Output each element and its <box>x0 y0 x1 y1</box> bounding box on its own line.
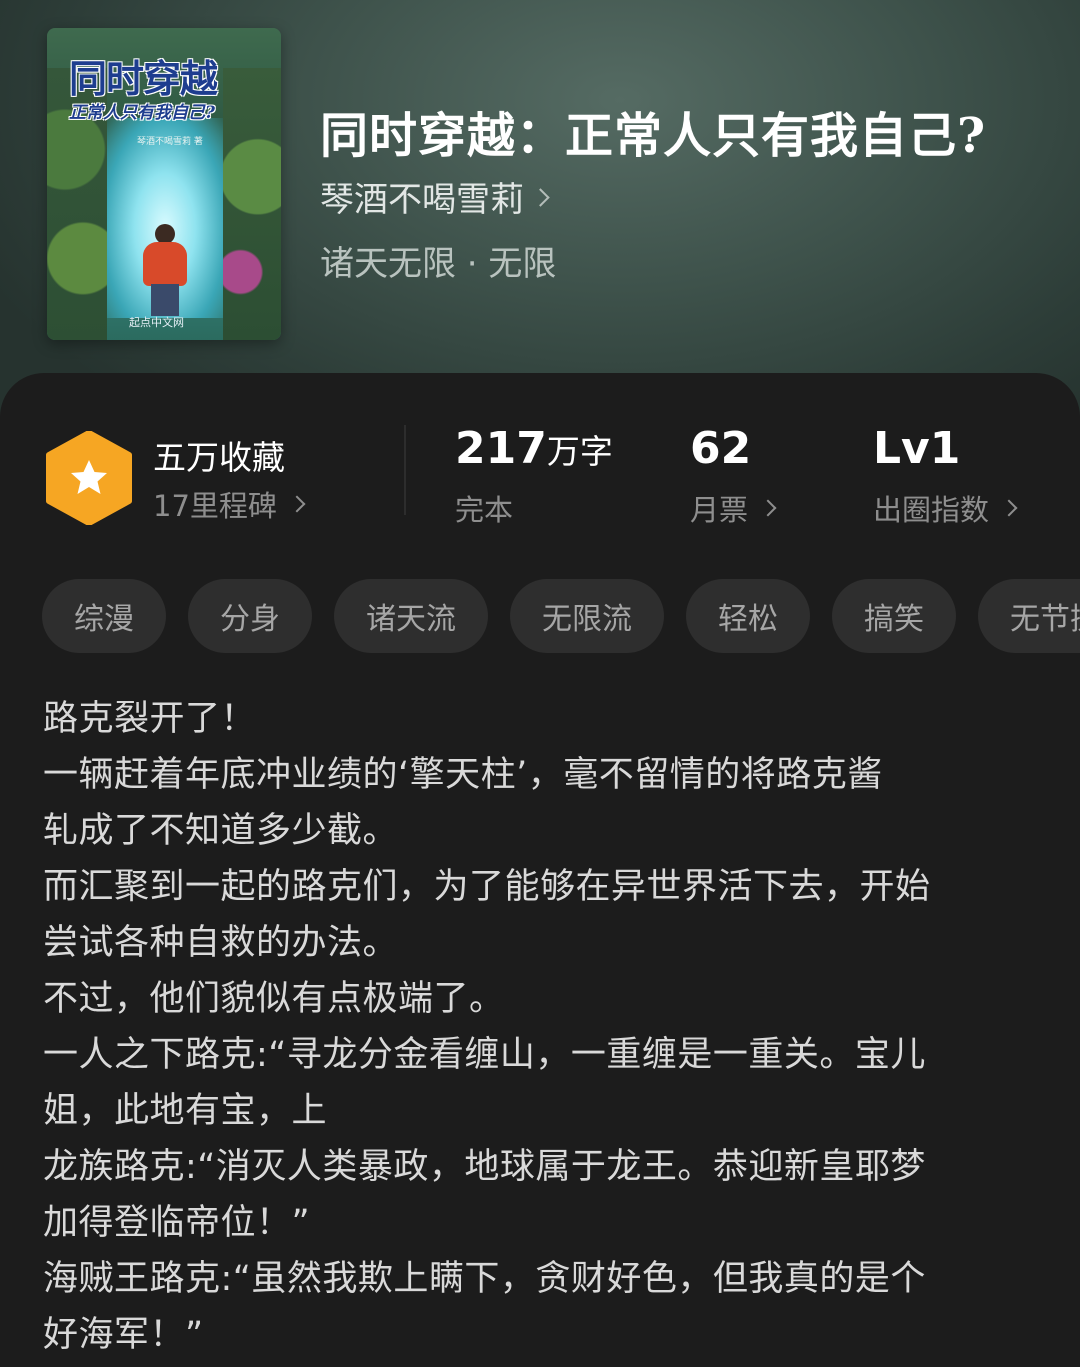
book-description[interactable]: 路克裂开了！ 一辆赶着年底冲业绩的‘擎天柱’，毫不留情的将路克酱 轧成了不知道多… <box>43 691 1043 1363</box>
cover-title: 同时穿越 <box>69 56 218 101</box>
word-count: 217万字 <box>455 423 613 474</box>
description-line: 一辆赶着年底冲业绩的‘擎天柱’，毫不留情的将路克酱 <box>43 755 883 795</box>
stats-row: 五万收藏 17里程碑 217万字 完本 62 月票 Lv1 出圈指数 <box>0 373 1080 553</box>
collection-title: 五万收藏 <box>153 438 285 477</box>
description-line: 龙族路克:“消灭人类暴政，地球属于龙王。恭迎新皇耶梦 <box>43 1147 926 1187</box>
genre-label: 诸天无限 · 无限 <box>320 244 557 284</box>
chevron-right-icon <box>759 499 777 517</box>
author-name: 琴酒不喝雪莉 <box>320 180 524 220</box>
tag-chip[interactable]: 诸天流 <box>334 579 488 653</box>
author-link[interactable]: 琴酒不喝雪莉 <box>320 172 550 221</box>
index-level-value: Lv1 <box>873 423 961 474</box>
word-count-value: 217 <box>455 423 547 474</box>
tag-chip[interactable]: 无限流 <box>510 579 664 653</box>
tag-chip[interactable]: 搞笑 <box>832 579 956 653</box>
description-line: 不过，他们貌似有点极端了。 <box>43 979 505 1019</box>
cover-author: 琴酒不喝雪莉 著 <box>137 137 203 147</box>
tag-list: 综漫 分身 诸天流 无限流 轻松 搞笑 无节操 <box>42 579 1080 653</box>
index-label: 出圈指数 <box>873 493 990 527</box>
book-title: 同时穿越：正常人只有我自己? <box>320 108 987 164</box>
info-panel: 五万收藏 17里程碑 217万字 完本 62 月票 Lv1 出圈指数 综漫 分身… <box>0 373 1080 1367</box>
description-line: 尝试各种自救的办法。 <box>43 923 399 963</box>
description-line: 姐，此地有宝，上 <box>43 1091 328 1131</box>
tag-chip[interactable]: 无节操 <box>978 579 1080 653</box>
description-line: 海贼王路克:“虽然我欺上瞒下，贪财好色，但我真的是个 <box>43 1259 926 1299</box>
milestone-link[interactable]: 17里程碑 <box>153 483 306 525</box>
book-cover[interactable]: 同时穿越 正常人只有我自己? 琴酒不喝雪莉 著 起点中文网 <box>47 28 281 340</box>
monthly-votes-label: 月票 <box>690 493 749 527</box>
description-line: 好海军！” <box>43 1315 204 1355</box>
cover-publisher: 起点中文网 <box>129 316 184 329</box>
cover-figure <box>139 224 191 316</box>
chevron-right-icon <box>531 188 550 207</box>
tag-chip[interactable]: 分身 <box>188 579 312 653</box>
description-line: 一人之下路克:“寻龙分金看缠山，一重缠是一重关。宝儿 <box>43 1035 926 1075</box>
cover-subtitle: 正常人只有我自己? <box>69 103 215 123</box>
description-line: 轧成了不知道多少截。 <box>43 811 399 851</box>
index-link[interactable]: 出圈指数 <box>873 487 1018 529</box>
description-line: 加得登临帝位！” <box>43 1203 311 1243</box>
star-badge-icon <box>46 431 132 525</box>
word-count-unit: 万字 <box>546 432 613 471</box>
description-line: 路克裂开了！ <box>43 699 257 739</box>
milestone-label: 17里程碑 <box>153 489 277 523</box>
status-label: 完本 <box>455 493 514 527</box>
chevron-right-icon <box>1000 499 1018 517</box>
description-line: 而汇聚到一起的路克们，为了能够在异世界活下去，开始 <box>43 867 931 907</box>
tag-chip[interactable]: 综漫 <box>42 579 166 653</box>
monthly-votes-link[interactable]: 月票 <box>690 487 777 529</box>
chevron-right-icon <box>288 495 306 513</box>
tag-chip[interactable]: 轻松 <box>686 579 810 653</box>
stats-divider <box>404 425 406 515</box>
monthly-votes-value: 62 <box>690 423 752 474</box>
